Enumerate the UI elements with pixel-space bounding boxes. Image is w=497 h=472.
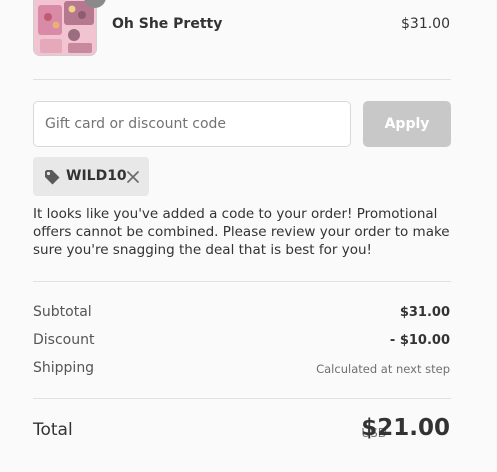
- product-thumbnail: [33, 0, 97, 56]
- order-summary-panel: Oh She Pretty $31.00 Apply WILD10 It loo…: [0, 0, 497, 472]
- divider: [33, 281, 451, 282]
- subtotal-value: $31.00: [399, 305, 450, 320]
- discount-code-input[interactable]: [33, 101, 351, 147]
- total-label: Total: [33, 420, 73, 440]
- total-amount: $21.00: [361, 415, 450, 441]
- discount-value: - $10.00: [389, 333, 450, 348]
- shipping-label: Shipping: [33, 360, 95, 376]
- tag-icon: [45, 170, 60, 185]
- subtotal-label: Subtotal: [33, 304, 92, 320]
- discount-label: Discount: [33, 332, 95, 348]
- apply-button[interactable]: Apply: [363, 101, 451, 147]
- remove-code-icon[interactable]: [125, 169, 141, 185]
- divider: [33, 79, 451, 80]
- product-name: Oh She Pretty: [112, 16, 223, 32]
- product-price: $31.00: [401, 16, 450, 32]
- divider: [33, 398, 451, 399]
- applied-discount-tag: WILD10: [33, 157, 149, 196]
- discount-code-label: WILD10: [66, 168, 127, 184]
- promo-notice: It looks like you've added a code to you…: [33, 206, 450, 258]
- shipping-value: Calculated at next step: [316, 362, 450, 376]
- eyeshadow-palette-image: [34, 0, 96, 55]
